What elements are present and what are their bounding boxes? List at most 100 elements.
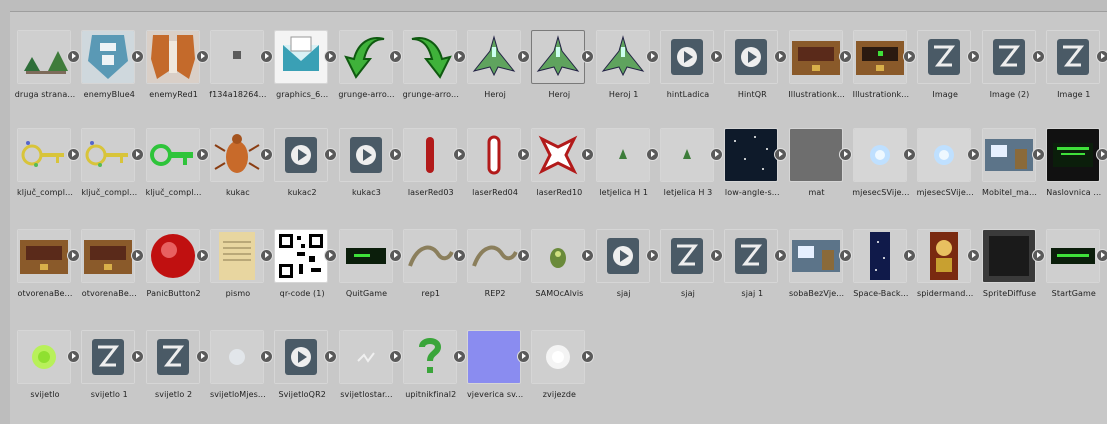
asset-thumbnail-chest-green-icon[interactable] xyxy=(852,30,907,84)
asset-tile[interactable]: HintQR xyxy=(721,30,788,118)
asset-thumbnail-blob-icon[interactable] xyxy=(531,229,586,283)
asset-thumbnail-key-green-icon[interactable] xyxy=(145,128,200,182)
asset-thumbnail-laser-x-icon[interactable] xyxy=(531,128,586,182)
asset-thumbnail-start-icon[interactable] xyxy=(1045,229,1100,283)
asset-tile[interactable]: letjelica H 1 xyxy=(593,128,659,216)
asset-thumbnail-chest-icon[interactable] xyxy=(17,229,71,283)
asset-tile[interactable]: laserRed10 xyxy=(528,128,595,216)
asset-tile[interactable]: SvijetloQR2 xyxy=(271,330,338,418)
asset-thumbnail-image-gen-icon[interactable] xyxy=(145,330,200,384)
asset-tile[interactable]: laserRed03 xyxy=(400,128,466,216)
asset-tile[interactable]: kukac xyxy=(207,128,273,216)
asset-tile[interactable]: svijetlo xyxy=(14,330,80,418)
asset-thumbnail-glow-green-icon[interactable] xyxy=(17,330,71,384)
asset-tile[interactable]: zvijezde xyxy=(528,330,595,418)
asset-thumbnail-arrow-left-icon[interactable] xyxy=(338,30,393,84)
asset-thumbnail-glow-white-icon[interactable] xyxy=(531,330,586,384)
asset-tile[interactable]: graphics_6... xyxy=(271,30,338,118)
asset-tile[interactable]: f134a18264... xyxy=(207,30,273,118)
asset-thumbnail-laser-outline-icon[interactable] xyxy=(467,128,522,182)
asset-tile[interactable]: svijetlo 1 xyxy=(78,330,145,418)
asset-tile[interactable]: grunge-arro... xyxy=(400,30,466,118)
asset-tile[interactable]: spidermand... xyxy=(914,229,981,317)
asset-tile[interactable]: svijetlo 2 xyxy=(143,330,209,418)
asset-thumbnail-ship-icon[interactable] xyxy=(531,30,586,84)
asset-tile[interactable]: kukac3 xyxy=(336,128,402,216)
asset-thumbnail-image-gen-icon[interactable] xyxy=(660,229,714,283)
asset-tile[interactable]: Mobitel_ma... xyxy=(979,128,1045,216)
asset-tile[interactable]: Image xyxy=(914,30,981,118)
asset-tile[interactable]: ključ_compl... xyxy=(78,128,145,216)
asset-tile[interactable]: Space-Back... xyxy=(850,229,916,317)
asset-thumbnail-play-icon[interactable] xyxy=(274,128,329,182)
asset-tile[interactable]: grunge-arro... xyxy=(336,30,402,118)
asset-tile[interactable]: druga strana... xyxy=(14,30,80,118)
asset-tile[interactable]: Image 1 xyxy=(1043,30,1107,118)
asset-thumbnail-red-button-icon[interactable] xyxy=(145,229,200,283)
asset-thumbnail-title-screen-icon[interactable] xyxy=(1045,128,1100,182)
asset-thumbnail-room-icon[interactable] xyxy=(788,229,843,283)
asset-tile[interactable]: SAMOcAlvis xyxy=(528,229,595,317)
asset-tile[interactable]: low-angle-s... xyxy=(721,128,788,216)
asset-tile[interactable]: laserRed04 xyxy=(464,128,531,216)
asset-thumbnail-mail-icon[interactable] xyxy=(274,30,329,84)
asset-tile[interactable]: mat xyxy=(786,128,852,216)
expand-arrow-icon[interactable] xyxy=(1095,148,1107,161)
asset-tile[interactable]: letjelica H 3 xyxy=(657,128,723,216)
asset-tile[interactable]: svijetloMjes... xyxy=(207,330,273,418)
asset-thumbnail-tiny-square-icon[interactable] xyxy=(209,30,264,84)
asset-tile[interactable]: ključ_compl... xyxy=(14,128,80,216)
asset-tile[interactable]: sjaj 1 xyxy=(721,229,788,317)
asset-thumbnail-play-icon[interactable] xyxy=(338,128,393,182)
asset-thumbnail-sparkle-icon[interactable] xyxy=(338,330,393,384)
asset-tile[interactable]: Naslovnica ... xyxy=(1043,128,1107,216)
asset-tile[interactable]: enemyRed1 xyxy=(143,30,209,118)
asset-tile[interactable]: upitnikfinal2 xyxy=(400,330,466,418)
asset-thumbnail-night-icon[interactable] xyxy=(724,128,779,182)
asset-thumbnail-chest-icon[interactable] xyxy=(81,229,136,283)
asset-tile[interactable]: kukac2 xyxy=(271,128,338,216)
asset-thumbnail-play-icon[interactable] xyxy=(660,30,714,84)
asset-thumbnail-laser-icon[interactable] xyxy=(402,128,457,182)
asset-thumbnail-quit-icon[interactable] xyxy=(338,229,393,283)
expand-arrow-icon[interactable] xyxy=(1095,249,1107,262)
asset-thumbnail-play-icon[interactable] xyxy=(595,229,650,283)
asset-thumbnail-gray-icon[interactable] xyxy=(788,128,843,182)
asset-tile[interactable]: vjeverica sv... xyxy=(464,330,531,418)
asset-tile[interactable]: SpriteDiffuse xyxy=(979,229,1045,317)
asset-thumbnail-image-gen-icon[interactable] xyxy=(981,30,1036,84)
asset-tile[interactable]: qr-code (1) xyxy=(271,229,338,317)
asset-thumbnail-glow-blue-icon[interactable] xyxy=(917,128,972,182)
asset-thumbnail-room-icon[interactable] xyxy=(981,128,1036,182)
asset-tile[interactable]: Heroj xyxy=(528,30,595,118)
asset-tile[interactable]: hintLadica xyxy=(657,30,723,118)
asset-thumbnail-tiny-ship-icon[interactable] xyxy=(595,128,650,182)
expand-arrow-icon[interactable] xyxy=(1095,50,1107,63)
asset-tile[interactable]: pismo xyxy=(207,229,273,317)
asset-thumbnail-key-icon[interactable] xyxy=(81,128,136,182)
asset-thumbnail-image-gen-icon[interactable] xyxy=(917,30,972,84)
asset-tile[interactable]: PanicButton2 xyxy=(143,229,209,317)
asset-tile[interactable]: Image (2) xyxy=(979,30,1045,118)
asset-thumbnail-dark-square-icon[interactable] xyxy=(981,229,1036,283)
asset-thumbnail-play-icon[interactable] xyxy=(274,330,329,384)
asset-thumbnail-chest-icon[interactable] xyxy=(788,30,843,84)
asset-tile[interactable]: sjaj xyxy=(593,229,659,317)
asset-thumbnail-purple-icon[interactable] xyxy=(467,330,522,384)
asset-tile[interactable]: sjaj xyxy=(657,229,723,317)
asset-thumbnail-letter-icon[interactable] xyxy=(209,229,264,283)
asset-thumbnail-tail-icon[interactable] xyxy=(402,229,457,283)
asset-tile[interactable]: enemyBlue4 xyxy=(78,30,145,118)
asset-thumbnail-enemy-blue-icon[interactable] xyxy=(81,30,136,84)
asset-tile[interactable]: ključ_compl... xyxy=(143,128,209,216)
asset-thumbnail-space-icon[interactable] xyxy=(852,229,907,283)
asset-thumbnail-question-icon[interactable] xyxy=(402,330,457,384)
asset-thumbnail-qr-icon[interactable] xyxy=(274,229,329,283)
asset-tile[interactable]: QuitGame xyxy=(336,229,402,317)
asset-thumbnail-glow-faint-icon[interactable] xyxy=(209,330,264,384)
asset-tile[interactable]: Illustrationk... xyxy=(850,30,916,118)
asset-tile[interactable]: mjesecSVije... xyxy=(914,128,981,216)
asset-thumbnail-image-gen-icon[interactable] xyxy=(1045,30,1100,84)
asset-tile[interactable]: mjesecSVije... xyxy=(850,128,916,216)
asset-tile[interactable]: rep1 xyxy=(400,229,466,317)
